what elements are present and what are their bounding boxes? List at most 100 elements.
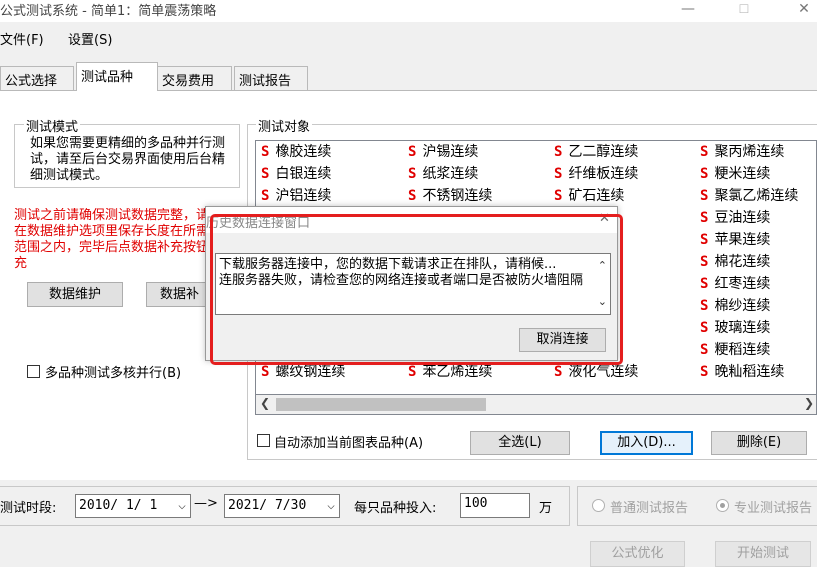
select-all-button[interactable]: 全选(L) — [470, 431, 570, 455]
multi-core-label: 多品种测试多核并行(B) — [45, 366, 182, 381]
start-test-button[interactable]: 开始测试 — [715, 541, 811, 567]
formula-optimize-button[interactable]: 公式优化 — [590, 541, 685, 567]
dialog-title: 历史数据连接窗口 — [206, 216, 311, 231]
instrument-marker: S — [700, 276, 709, 292]
instrument-name: 粳稻连续 — [714, 342, 771, 358]
list-item[interactable]: S 不锈钢连续 — [408, 186, 492, 207]
chevron-down-icon[interactable]: ⌵ — [327, 495, 335, 517]
list-item[interactable]: S 棉纱连续 — [700, 296, 770, 317]
dialog-close-icon[interactable]: ✕ — [599, 211, 610, 226]
instrument-name: 橡胶连续 — [275, 144, 332, 160]
list-item[interactable]: S 乙二醇连续 — [554, 142, 638, 163]
tab-formula-select[interactable]: 公式选择 — [0, 66, 74, 90]
report-pro-label: 专业测试报告 — [734, 501, 813, 516]
list-item[interactable]: S 苹果连续 — [700, 230, 770, 251]
history-data-connection-dialog: 历史数据连接窗口 ✕ 下载服务器连接中，您的数据下载请求正在排队，请稍候... … — [205, 206, 618, 361]
list-item[interactable]: S 螺纹钢连续 — [261, 362, 345, 383]
list-item[interactable]: S 沪铝连续 — [261, 186, 331, 207]
auto-add-checkbox[interactable] — [257, 434, 270, 447]
list-item[interactable]: S 聚丙烯连续 — [700, 142, 784, 163]
end-date-picker[interactable]: 2021/ 7/30 ⌵ — [224, 494, 340, 518]
list-item[interactable]: S 红枣连续 — [700, 274, 770, 295]
list-item[interactable]: S 粳米连续 — [700, 164, 770, 185]
list-item[interactable]: S 纸浆连续 — [408, 164, 478, 185]
list-item[interactable]: S 白银连续 — [261, 164, 331, 185]
instrument-name: 粳米连续 — [714, 166, 771, 182]
auto-add-label: 自动添加当前图表品种(A) — [274, 436, 424, 451]
test-mode-label: 测试模式 — [24, 116, 81, 135]
menu-file[interactable]: 文件(F) — [0, 29, 44, 48]
menu-bar: 文件(F) 设置(S) — [0, 26, 817, 48]
tab-trade-fees[interactable]: 交易费用 — [157, 66, 232, 90]
list-item[interactable]: S 苯乙烯连续 — [408, 362, 492, 383]
scroll-down-icon[interactable]: ⌄ — [598, 294, 607, 310]
list-item[interactable]: S 聚氯乙烯连续 — [700, 186, 798, 207]
instrument-name: 苯乙烯连续 — [422, 364, 493, 380]
list-item[interactable]: S 液化气连续 — [554, 362, 638, 383]
list-item[interactable]: S 晚籼稻连续 — [700, 362, 784, 383]
scroll-left-icon[interactable]: ❮ — [260, 396, 270, 410]
add-button[interactable]: 加入(D)... — [600, 431, 693, 455]
instrument-name: 螺纹钢连续 — [275, 364, 346, 380]
instrument-marker: S — [554, 364, 563, 380]
minimize-icon[interactable]: — — [676, 0, 700, 20]
scrollbar-thumb[interactable] — [276, 398, 486, 411]
instrument-marker: S — [554, 144, 563, 160]
scroll-up-icon[interactable]: ⌃ — [598, 258, 607, 274]
instrument-marker: S — [700, 144, 709, 160]
instrument-name: 沪铝连续 — [275, 188, 332, 204]
invest-input[interactable]: 100 — [460, 493, 530, 518]
instrument-marker: S — [700, 342, 709, 358]
report-pro-radio[interactable] — [716, 499, 729, 512]
data-warning-text: 测试之前请确保测试数据完整，请先在数据维护选项里保存长度在所需要范围之内，完毕后… — [14, 208, 223, 271]
list-item[interactable]: S 橡胶连续 — [261, 142, 331, 163]
instrument-name: 聚丙烯连续 — [714, 144, 785, 160]
instrument-marker: S — [408, 364, 417, 380]
list-item[interactable]: S 矿石连续 — [554, 186, 624, 207]
instrument-marker: S — [700, 320, 709, 336]
list-item[interactable]: S 豆油连续 — [700, 208, 770, 229]
report-normal-label: 普通测试报告 — [610, 501, 689, 516]
dialog-message-box[interactable]: 下载服务器连接中，您的数据下载请求正在排队，请稍候... 连服务器失败，请检查您… — [215, 253, 611, 315]
list-item[interactable]: S 纤维板连续 — [554, 164, 638, 185]
list-item[interactable]: S 棉花连续 — [700, 252, 770, 273]
delete-button[interactable]: 删除(E) — [711, 431, 807, 455]
invest-unit: 万 — [539, 501, 553, 516]
cancel-connection-button[interactable]: 取消连接 — [519, 328, 606, 352]
instrument-name: 不锈钢连续 — [422, 188, 493, 204]
horizontal-scrollbar[interactable]: ❮ ❯ — [255, 395, 817, 415]
list-item[interactable]: S 沪锡连续 — [408, 142, 478, 163]
list-item[interactable]: S 玻璃连续 — [700, 318, 770, 339]
instrument-marker: S — [700, 188, 709, 204]
instrument-name: 晚籼稻连续 — [714, 364, 785, 380]
instrument-name: 棉花连续 — [714, 254, 771, 270]
instrument-marker: S — [261, 144, 270, 160]
instrument-marker: S — [261, 166, 270, 182]
instrument-marker: S — [700, 232, 709, 248]
chevron-down-icon[interactable]: ⌵ — [178, 495, 186, 517]
title-bar: 公式测试系统 - 简单1：简单震荡策略 — ☐ ✕ — [0, 0, 817, 22]
tab-test-report[interactable]: 测试报告 — [234, 66, 308, 90]
multi-core-checkbox[interactable] — [27, 365, 40, 378]
data-maintain-button[interactable]: 数据维护 — [27, 282, 123, 307]
report-normal-radio[interactable] — [592, 499, 605, 512]
end-date-value: 2021/ 7/30 — [228, 498, 307, 513]
instrument-name: 聚氯乙烯连续 — [714, 188, 799, 204]
instrument-marker: S — [700, 166, 709, 182]
dialog-title-bar: 历史数据连接窗口 ✕ — [206, 207, 617, 233]
menu-settings[interactable]: 设置(S) — [68, 29, 112, 48]
list-item[interactable]: S 粳稻连续 — [700, 340, 770, 361]
instrument-name: 红枣连续 — [714, 276, 771, 292]
instrument-marker: S — [408, 188, 417, 204]
radio-dot-icon — [720, 503, 725, 508]
date-range-arrow: —> — [194, 496, 218, 511]
start-date-picker[interactable]: 2010/ 1/ 1 ⌵ — [75, 494, 191, 518]
instrument-name: 棉纱连续 — [714, 298, 771, 314]
instrument-name: 液化气连续 — [568, 364, 639, 380]
instrument-name: 矿石连续 — [568, 188, 625, 204]
tab-test-instruments[interactable]: 测试品种 — [76, 62, 158, 91]
close-icon[interactable]: ✕ — [792, 0, 816, 20]
maximize-icon[interactable]: ☐ — [732, 0, 756, 20]
instrument-marker: S — [700, 210, 709, 226]
scroll-right-icon[interactable]: ❯ — [804, 396, 814, 410]
